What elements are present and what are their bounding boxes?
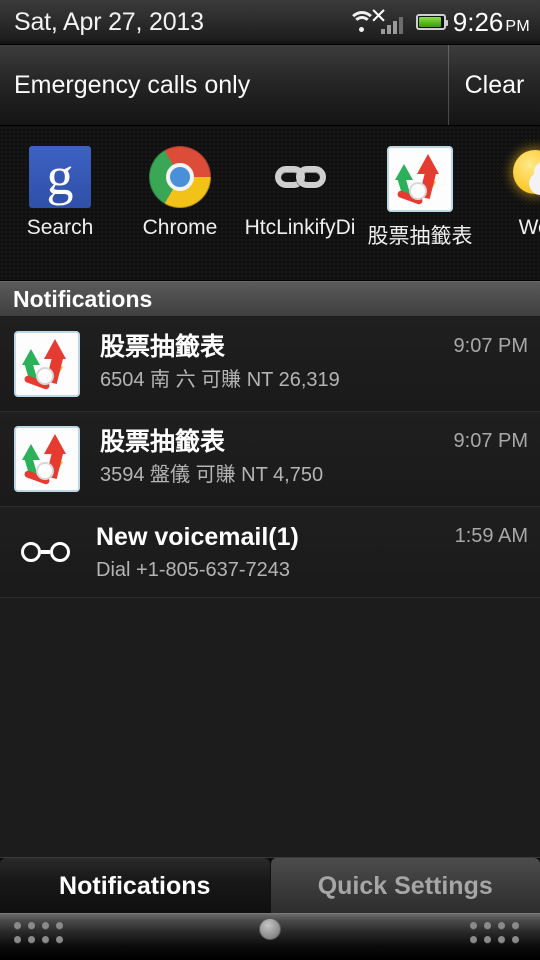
recent-apps-row[interactable]: g Search Chrome HtcLinkifyDi 股票抽籤表 W: [0, 126, 540, 281]
recent-app-label: Wea: [518, 216, 540, 239]
tab-quick-settings[interactable]: Quick Settings: [269, 858, 540, 914]
stock-app-icon: [14, 426, 80, 492]
grip-dots-right: [470, 922, 526, 950]
notification-title: 股票抽籤表: [100, 428, 226, 456]
drag-handle-knob[interactable]: [259, 918, 281, 940]
notifications-section-header: Notifications: [0, 281, 540, 317]
recent-app-label: Chrome: [142, 216, 218, 239]
chrome-icon: [149, 146, 211, 208]
recent-app-weather[interactable]: Wea: [480, 146, 540, 240]
recent-app-stock[interactable]: 股票抽籤表: [360, 146, 480, 250]
empty-area: [0, 598, 540, 858]
grip-dots-left: [14, 922, 70, 950]
status-date: Sat, Apr 27, 2013: [14, 7, 204, 36]
shade-header: Emergency calls only Clear: [0, 45, 540, 126]
notification-list: 股票抽籤表 6504 南 六 可賺 NT 26,319 9:07 PM 股票抽籤…: [0, 317, 540, 598]
recent-app-search[interactable]: g Search: [0, 146, 120, 240]
clear-button[interactable]: Clear: [448, 45, 540, 125]
shade-drag-handle[interactable]: [0, 913, 540, 960]
status-icon-group: ✕: [347, 6, 448, 35]
notification-row[interactable]: 股票抽籤表 6504 南 六 可賺 NT 26,319 9:07 PM: [0, 317, 540, 412]
notification-time: 9:07 PM: [453, 430, 528, 452]
section-title: Notifications: [13, 285, 153, 312]
signal-bars-icon: ✕: [370, 6, 409, 35]
notification-title: New voicemail(1): [96, 523, 299, 551]
notification-row[interactable]: 股票抽籤表 3594 盤儀 可賺 NT 4,750 9:07 PM: [0, 412, 540, 507]
notification-subtitle: 6504 南 六 可賺 NT 26,319: [100, 369, 340, 391]
voicemail-icon: [14, 521, 76, 583]
recent-app-chrome[interactable]: Chrome: [120, 146, 240, 240]
notification-row[interactable]: New voicemail(1) Dial +1-805-637-7243 1:…: [0, 507, 540, 598]
carrier-label: Emergency calls only: [14, 70, 251, 99]
status-bar: Sat, Apr 27, 2013 ✕ 9:26 PM: [0, 0, 540, 45]
recent-app-label: Search: [26, 216, 94, 239]
status-time-ampm: PM: [505, 17, 530, 35]
tab-notifications[interactable]: Notifications: [0, 858, 270, 914]
battery-icon: [415, 14, 448, 30]
stock-app-icon: [14, 331, 80, 397]
notification-time: 9:07 PM: [453, 335, 528, 357]
weather-sun-cloud-icon: [509, 146, 540, 208]
status-time-value: 9:26: [452, 6, 504, 37]
stock-app-icon: [387, 146, 453, 212]
google-search-icon: g: [29, 146, 91, 208]
chain-link-icon: [269, 146, 331, 208]
notification-subtitle: Dial +1-805-637-7243: [96, 559, 291, 581]
notification-shade: Sat, Apr 27, 2013 ✕ 9:26 PM Emergency cal…: [0, 0, 540, 960]
notification-subtitle: 3594 盤儀 可賺 NT 4,750: [100, 464, 324, 486]
status-time: 9:26 PM: [453, 7, 530, 38]
recent-app-label: HtcLinkifyDi: [244, 216, 356, 239]
notification-title: 股票抽籤表: [100, 333, 226, 361]
recent-app-htclinkify[interactable]: HtcLinkifyDi: [240, 146, 360, 240]
shade-tab-bar: Notifications Quick Settings: [0, 857, 540, 914]
recent-app-label: 股票抽籤表: [367, 225, 473, 248]
notification-time: 1:59 AM: [454, 525, 528, 547]
